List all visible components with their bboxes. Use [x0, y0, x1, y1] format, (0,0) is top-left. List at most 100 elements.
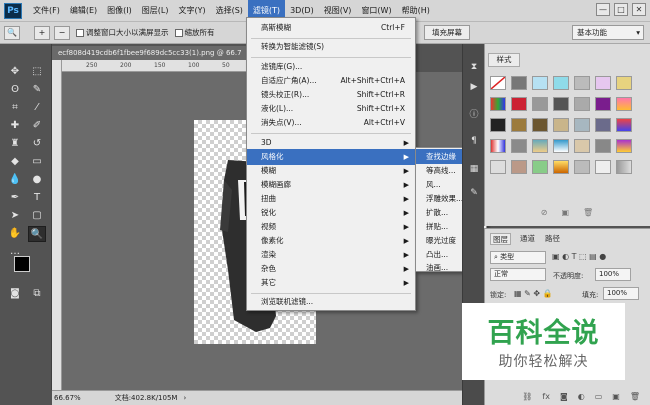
style-swatch[interactable]: [511, 97, 527, 111]
adjustment-icon[interactable]: ◐: [578, 392, 585, 401]
marquee-tool-icon[interactable]: ⬚: [28, 64, 46, 80]
style-swatch[interactable]: [511, 118, 527, 132]
mask-icon[interactable]: ◙: [560, 392, 568, 401]
history-brush-tool-icon[interactable]: ↺: [28, 136, 46, 152]
zoom-all-checkbox[interactable]: [174, 28, 183, 37]
style-swatch[interactable]: [490, 139, 506, 153]
close-button[interactable]: ✕: [632, 3, 646, 16]
style-swatch[interactable]: [616, 97, 632, 111]
menu-file[interactable]: 文件(F): [28, 0, 65, 22]
dodge-tool-icon[interactable]: ●: [28, 172, 46, 188]
hand-tool-icon[interactable]: ✋: [6, 226, 24, 242]
quick-select-tool-icon[interactable]: ✎: [28, 82, 46, 98]
style-swatch[interactable]: [616, 139, 632, 153]
eyedropper-tool-icon[interactable]: ⁄: [28, 100, 46, 116]
style-swatch[interactable]: [553, 97, 569, 111]
shape-tool-icon[interactable]: ▢: [28, 208, 46, 224]
style-swatch[interactable]: [532, 139, 548, 153]
style-swatch[interactable]: [616, 160, 632, 174]
zoom-in-icon[interactable]: +: [34, 25, 50, 40]
style-swatch[interactable]: [532, 118, 548, 132]
style-swatch[interactable]: [595, 160, 611, 174]
style-swatch[interactable]: [553, 160, 569, 174]
style-swatch[interactable]: [574, 118, 590, 132]
resize-windows-checkbox[interactable]: [76, 28, 84, 37]
maximize-button[interactable]: □: [614, 3, 628, 16]
blur-tool-icon[interactable]: 💧: [6, 172, 24, 188]
delete-style-icon[interactable]: 🗑: [583, 208, 593, 224]
style-swatch[interactable]: [490, 76, 506, 90]
screen-mode-icon[interactable]: ⧉: [28, 286, 46, 302]
quick-mask-icon[interactable]: ◙: [6, 286, 24, 302]
workspace-select[interactable]: 基本功能 ▾: [572, 25, 644, 40]
menu-item-vanishing-point[interactable]: 消失点(V)... Alt+Ctrl+V: [247, 115, 415, 131]
opacity-input[interactable]: 100%: [595, 268, 631, 281]
style-swatch[interactable]: [574, 160, 590, 174]
menu-item-browse-filters-online[interactable]: 浏览联机滤镜...: [247, 294, 415, 310]
fill-screen-button[interactable]: 填充屏幕: [424, 25, 470, 40]
style-swatch[interactable]: [511, 76, 527, 90]
pen-tool-icon[interactable]: ✒: [6, 190, 24, 206]
style-swatch[interactable]: [553, 76, 569, 90]
style-swatch[interactable]: [595, 76, 611, 90]
style-swatch[interactable]: [595, 118, 611, 132]
style-swatch[interactable]: [616, 76, 632, 90]
folder-icon[interactable]: ▭: [595, 392, 603, 401]
new-layer-icon[interactable]: ▣: [612, 392, 620, 401]
tab-styles[interactable]: 样式: [488, 53, 520, 67]
link-layers-icon[interactable]: ⛓: [522, 392, 532, 401]
menu-image[interactable]: 图像(I): [102, 0, 137, 22]
history-icon[interactable]: ⧗: [466, 60, 482, 74]
menu-select[interactable]: 选择(S): [211, 0, 248, 22]
zoom-tool-icon[interactable]: 🔍: [28, 226, 46, 242]
paragraph-icon[interactable]: ¶: [466, 134, 482, 148]
layer-filter-icons[interactable]: ▣ ◐ T ⬚ ▤ ●: [552, 252, 606, 261]
gradient-tool-icon[interactable]: ▭: [28, 154, 46, 170]
healing-tool-icon[interactable]: ✚: [6, 118, 24, 134]
minimize-button[interactable]: —: [596, 3, 610, 16]
style-swatch[interactable]: [616, 118, 632, 132]
fill-input[interactable]: 100%: [603, 287, 639, 300]
style-swatch[interactable]: [532, 97, 548, 111]
fx-icon[interactable]: fx: [542, 392, 550, 401]
style-swatch[interactable]: [532, 160, 548, 174]
path-select-tool-icon[interactable]: ➤: [6, 208, 24, 224]
tab-paths[interactable]: 路径: [545, 233, 560, 245]
document-tab[interactable]: ecf808d419cdb6f1fbee9f689dc5cc33(1).png …: [52, 46, 247, 60]
menu-layer[interactable]: 图层(L): [137, 0, 174, 22]
menu-item-convert-smart-filters[interactable]: 转换为智能滤镜(S): [247, 39, 415, 55]
stamp-tool-icon[interactable]: ♜: [6, 136, 24, 152]
style-swatch[interactable]: [553, 118, 569, 132]
move-tool-icon[interactable]: ✥: [6, 64, 24, 80]
style-swatch[interactable]: [490, 160, 506, 174]
lock-icons[interactable]: ▦ ✎ ✥ 🔒: [514, 289, 553, 298]
style-swatch[interactable]: [511, 160, 527, 174]
tab-channels[interactable]: 通道: [520, 233, 535, 245]
menu-item-other[interactable]: 其它 ▶: [247, 275, 415, 291]
style-swatch[interactable]: [574, 97, 590, 111]
style-swatch[interactable]: [511, 139, 527, 153]
tab-layers[interactable]: 图层: [490, 233, 511, 245]
crop-tool-icon[interactable]: ⌗: [6, 100, 24, 116]
style-swatch[interactable]: [574, 139, 590, 153]
blend-mode-select[interactable]: 正常: [490, 268, 546, 281]
style-swatch[interactable]: [595, 97, 611, 111]
info-icon[interactable]: ⓘ: [466, 108, 482, 122]
layer-filter-select[interactable]: ⌕ 类型: [490, 251, 546, 264]
clear-style-icon[interactable]: ⊘: [541, 208, 548, 224]
style-swatch[interactable]: [595, 139, 611, 153]
brush-presets-icon[interactable]: ✎: [466, 186, 482, 200]
style-swatch[interactable]: [553, 139, 569, 153]
foreground-color-swatch[interactable]: [14, 256, 30, 272]
new-style-icon[interactable]: ▣: [561, 208, 569, 224]
zoom-tool-icon[interactable]: 🔍: [4, 25, 20, 40]
menu-type[interactable]: 文字(Y): [173, 0, 210, 22]
style-swatch[interactable]: [490, 118, 506, 132]
zoom-out-icon[interactable]: −: [54, 25, 70, 40]
style-swatch[interactable]: [532, 76, 548, 90]
swatches-icon[interactable]: ▦: [466, 162, 482, 176]
trash-icon[interactable]: 🗑: [630, 392, 640, 401]
menu-edit[interactable]: 编辑(E): [65, 0, 102, 22]
style-swatch[interactable]: [574, 76, 590, 90]
eraser-tool-icon[interactable]: ◆: [6, 154, 24, 170]
